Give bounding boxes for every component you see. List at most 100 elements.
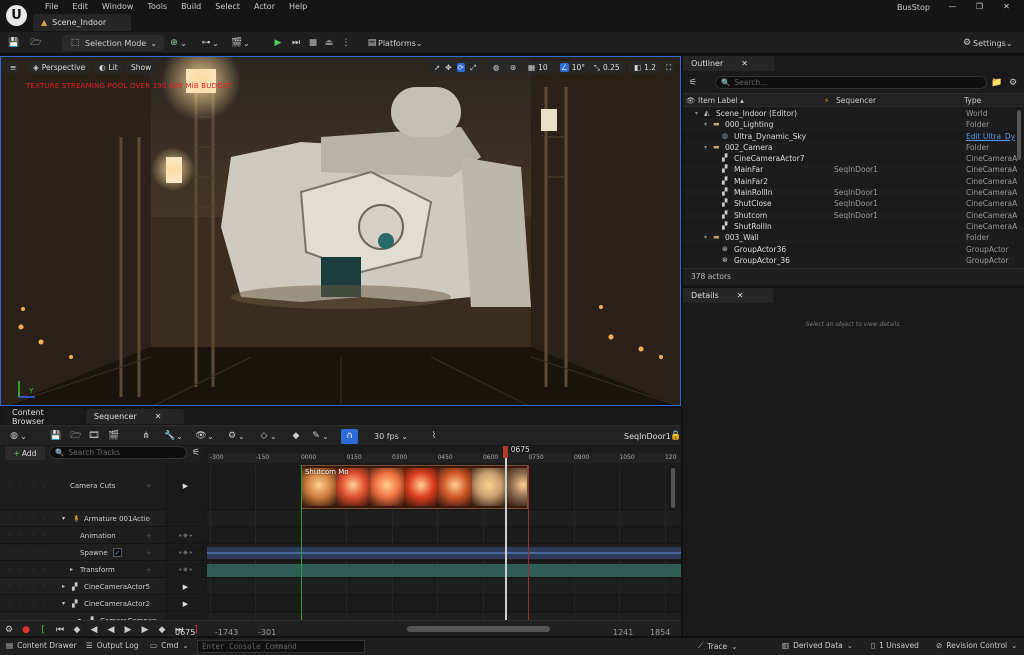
edit-mode-dropdown[interactable]: ✎ ⌄ — [310, 428, 328, 444]
playhead-handle[interactable]: 0675 — [502, 446, 530, 458]
snap-toggle[interactable]: ∩ — [341, 428, 358, 444]
expand-arrow-icon[interactable]: ▾ — [62, 600, 65, 607]
unreal-logo-icon[interactable]: U — [6, 5, 27, 26]
add-subtrack-icon[interactable]: + — [146, 600, 152, 608]
cinematics-icon[interactable]: 🎬 ⌄ — [231, 35, 249, 51]
lit-button[interactable]: ◐ Lit — [93, 61, 124, 74]
add-subtrack-icon[interactable]: + — [146, 566, 152, 574]
revision-control-dropdown[interactable]: ⊘ Revision Control ⌄ — [936, 641, 1017, 650]
outliner-row[interactable]: ▞ MainFar SeqInDoor1 CineCameraA — [683, 164, 1017, 176]
menu-tools[interactable]: Tools — [140, 1, 174, 13]
camera-cut-shot[interactable]: Shutcom Mo — [300, 465, 529, 509]
expand-arrow-icon[interactable]: ▾ — [62, 515, 65, 522]
scale-snap[interactable]: ⤡ 0.25 — [588, 61, 626, 74]
timeline-row[interactable] — [207, 528, 681, 544]
derived-data-dropdown[interactable]: ▥ Derived Data ⌄ — [782, 641, 853, 650]
play-options-icon[interactable]: ⋮ — [340, 35, 352, 51]
world-local-toggle[interactable]: ◍ — [487, 61, 506, 74]
actions-dropdown[interactable]: 🔧 ⌄ — [164, 428, 182, 444]
maximize-viewport-button[interactable]: ⛶ — [663, 61, 675, 74]
outliner-row[interactable]: ▞ MainRollIn SeqInDoor1 CineCameraA — [683, 187, 1017, 199]
viewport-menu-button[interactable]: ≡ — [7, 61, 20, 74]
outliner-scrollbar[interactable] — [1017, 110, 1021, 160]
next-key-icon[interactable]: ◆ — [156, 624, 168, 636]
sequencer-track[interactable]: ◦ ◦ ◦ ◦ ▸ ▞ CineCameraActor5 + ▶ — [0, 579, 206, 595]
sequence-name[interactable]: SeqInDoor1 — [624, 428, 671, 444]
stop-button[interactable]: ■ — [307, 35, 319, 51]
camera-lock-icon[interactable]: ▶ — [165, 596, 206, 611]
track-controls-icon[interactable]: ◦ ◦ ◦ ◦ — [8, 515, 49, 522]
jump-start-icon[interactable]: ⏮ — [54, 624, 66, 636]
track-controls-icon[interactable]: ◦ ◦ ◦ ◦ — [8, 566, 49, 573]
outliner-search-input[interactable]: 🔍 Search... — [715, 76, 987, 89]
save-icon[interactable]: 💾 — [8, 35, 20, 51]
prev-frame-icon[interactable]: ◀ — [88, 624, 100, 636]
sequencer-track[interactable]: ◦ ◦ ◦ ◦ ▾ 🧍 Armature 001Actio + — [0, 511, 206, 527]
camera-speed[interactable]: ◧ 1.2 — [628, 61, 663, 74]
timeline-row[interactable] — [207, 511, 681, 527]
perspective-button[interactable]: ◈ Perspective — [27, 61, 92, 74]
close-icon[interactable]: ✕ — [155, 412, 162, 421]
level-tab[interactable]: ▲ Scene_Indoor — [33, 14, 131, 31]
auto-key-icon[interactable]: ◆ — [290, 428, 302, 444]
close-window-button[interactable]: ✕ — [993, 0, 1020, 14]
eject-button[interactable]: ⏏ — [323, 35, 335, 51]
save-sequence-icon[interactable]: 💾 — [50, 428, 62, 444]
fps-dropdown[interactable]: 30 fps ⌄ — [374, 428, 408, 444]
outliner-row[interactable]: ▾ ▬ 002_Camera Folder — [683, 141, 1015, 154]
sequencer-track[interactable]: ◦ ◦ ◦ ◦ Camera Cuts + ▶ — [0, 463, 206, 510]
track-controls-icon[interactable]: ◦ ◦ ◦ ◦ — [8, 600, 49, 607]
sequencer-track[interactable]: ◦ ◦ ◦ ◦ ▸ Transform + ◂ ◆ ▸ — [0, 562, 206, 578]
menu-build[interactable]: Build — [174, 1, 208, 13]
view-options-dropdown[interactable]: 👁 ⌄ — [195, 428, 213, 444]
key-navigation-icon[interactable] — [165, 511, 206, 526]
add-subtrack-icon[interactable]: + — [146, 532, 152, 540]
track-controls-icon[interactable]: ◦ ◦ ◦ ◦ — [8, 532, 49, 539]
outliner-tab[interactable]: Outliner ✕ — [683, 56, 775, 71]
add-subtrack-icon[interactable]: + — [146, 482, 152, 490]
show-button[interactable]: Show — [125, 61, 158, 74]
add-subtrack-icon[interactable]: + — [146, 515, 152, 523]
settings-dropdown[interactable]: ⚙ Settings ⌄ — [961, 35, 1013, 51]
sequencer-timeline[interactable]: -300 -150 0000 0150 0300 0450 0600 0750 0900 1050… — [207, 446, 681, 620]
menu-edit[interactable]: Edit — [65, 1, 95, 13]
content-drawer-button[interactable]: ▤ Content Drawer — [6, 641, 77, 650]
add-track-button[interactable]: + Add — [5, 446, 45, 460]
camera-lock-icon[interactable]: ▶ — [165, 463, 206, 509]
content-browser-tab[interactable]: Content Browser — [4, 408, 84, 426]
outliner-row[interactable]: ▾ ▬ 000_Lighting Folder — [683, 119, 1015, 131]
console-command-input[interactable]: Enter Console Command — [197, 640, 365, 653]
minimize-button[interactable]: — — [939, 0, 966, 14]
outliner-row[interactable]: ▞ ShutRollIn CineCameraA — [683, 221, 1017, 232]
details-tab[interactable]: Details ✕ — [683, 288, 773, 303]
timeline-vscrollbar[interactable] — [671, 468, 675, 508]
outliner-row[interactable]: ◍ Ultra_Dynamic_Sky Edit Ultra_Dy — [683, 131, 1015, 142]
key-options-dropdown[interactable]: ◇ ⌄ — [258, 428, 277, 444]
sequence-options-icon[interactable]: ⋔ — [140, 428, 152, 444]
expand-arrow-icon[interactable]: ▾ — [695, 108, 698, 119]
expand-arrow-icon[interactable]: ▸ — [70, 566, 73, 573]
record-options-icon[interactable]: ⚙ — [3, 624, 15, 636]
scale-tool-icon[interactable]: ⤢ — [470, 63, 476, 73]
expand-arrow-icon[interactable]: ▾ — [704, 142, 707, 153]
expand-arrow-icon[interactable]: ▸ — [62, 583, 65, 590]
key-navigation-icon[interactable]: ◂ ◆ ▸ — [165, 562, 206, 577]
angle-snap[interactable]: ∠ 10° — [554, 61, 592, 74]
record-button[interactable]: ● — [20, 624, 32, 636]
outliner-row[interactable]: ⊛ GroupActor36 GroupActor — [683, 244, 1015, 255]
track-search-input[interactable]: 🔍 Search Tracks — [49, 446, 187, 459]
key-navigation-icon[interactable]: ◂ ◆ ▸ — [165, 528, 206, 543]
close-icon[interactable]: ✕ — [741, 59, 748, 68]
track-filter-icon[interactable]: ⚟ — [190, 447, 202, 459]
content-icon[interactable]: 🗁 — [30, 35, 42, 51]
play-icon[interactable]: ▶ — [122, 624, 134, 636]
menu-file[interactable]: File — [38, 1, 65, 13]
menu-actor[interactable]: Actor — [247, 1, 282, 13]
expand-arrow-icon[interactable]: ▾ — [704, 119, 707, 130]
timeline-scrollbar[interactable] — [407, 626, 550, 632]
next-frame-icon[interactable]: ▶ — [139, 624, 151, 636]
unsaved-button[interactable]: ▯ 1 Unsaved — [871, 641, 919, 650]
prev-key-icon[interactable]: ◆ — [71, 624, 83, 636]
trace-dropdown[interactable]: ⟋ Trace ⌄ — [698, 641, 737, 651]
selection-mode-dropdown[interactable]: ⬚ Selection Mode ⌄ — [62, 35, 164, 51]
